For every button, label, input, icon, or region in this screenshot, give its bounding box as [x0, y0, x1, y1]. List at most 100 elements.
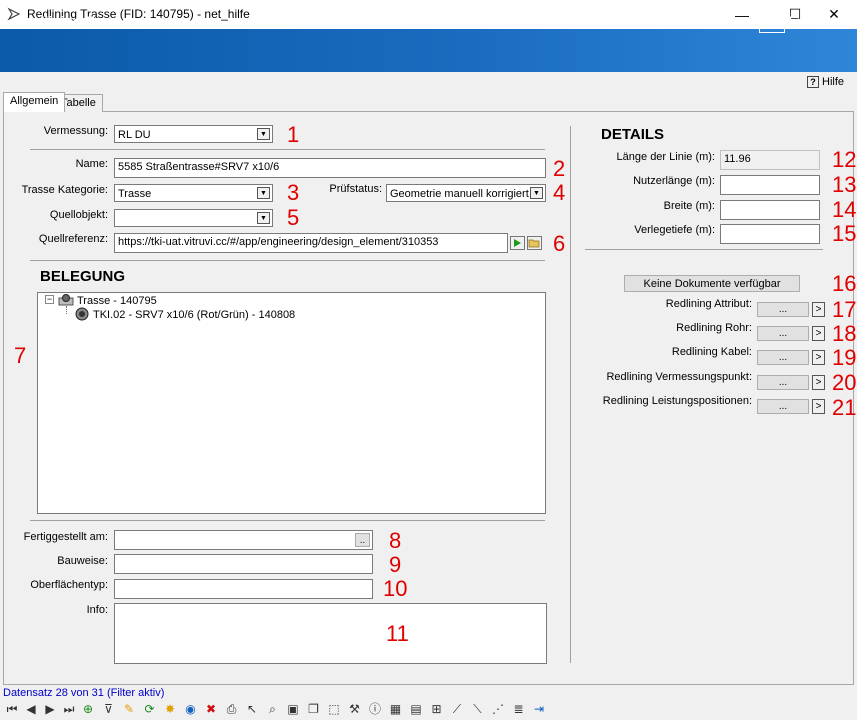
annotation-20: 20: [832, 370, 857, 395]
annotation-11: 11: [386, 621, 409, 646]
delete-icon[interactable]: ✖: [203, 701, 219, 717]
layer-icon[interactable]: ▣: [285, 701, 301, 717]
brand-text: Engineering: [789, 14, 854, 28]
open-folder-icon[interactable]: [527, 236, 542, 250]
globe-icon[interactable]: ◉: [183, 701, 199, 717]
tree-item[interactable]: TKI.02 - SRV7 x10/6 (Rot/Grün) - 140808: [93, 309, 295, 321]
vermessung-value: RL DU: [118, 129, 151, 141]
redlining-kabel-button[interactable]: ...: [757, 350, 809, 365]
date-picker-button[interactable]: ..: [355, 533, 370, 547]
verlegetiefe-input[interactable]: [720, 224, 820, 244]
oberflaechentyp-input[interactable]: [114, 579, 373, 599]
line-icon[interactable]: ⟋: [449, 701, 465, 717]
quellreferenz-input[interactable]: https://tki-uat.vitruvi.cc/#/app/enginee…: [114, 233, 508, 253]
first-record-icon[interactable]: ⏮: [4, 701, 20, 717]
annotation-17: 17: [832, 297, 857, 322]
exit-icon[interactable]: ⇥: [531, 701, 547, 717]
record-status: Datensatz 28 von 31 (Filter aktiv): [3, 687, 165, 699]
redlining-rohr-button[interactable]: ...: [757, 326, 809, 341]
tab-allgemein[interactable]: Allgemein: [3, 92, 66, 112]
verlegetiefe-label: Verlegetiefe (m):: [634, 224, 715, 236]
select-cursor-icon[interactable]: ↖: [244, 701, 260, 717]
info-textarea[interactable]: [114, 603, 547, 664]
play-icon[interactable]: [510, 236, 525, 250]
split-line-icon[interactable]: ⟍: [470, 701, 486, 717]
redlining-leistungspositionen-button[interactable]: ...: [757, 399, 809, 414]
redlining-attribut-button[interactable]: ...: [757, 302, 809, 317]
quellobjekt-label: Quellobjekt:: [49, 209, 108, 221]
pruefstatus-value: Geometrie manuell korrigiert: [390, 188, 529, 200]
fertiggestellt-input[interactable]: [114, 530, 373, 550]
redlining-vermessungspunkt-button[interactable]: ...: [757, 375, 809, 390]
table-icon[interactable]: ▦: [388, 701, 404, 717]
annotation-18: 18: [832, 321, 857, 346]
oberflaechentyp-label: Oberflächentyp:: [30, 579, 108, 591]
annotation-8: 8: [389, 528, 402, 553]
belegung-tree[interactable]: [37, 292, 546, 514]
redlining-leistungspositionen-label: Redlining Leistungspositionen:: [602, 395, 752, 407]
pruefstatus-select[interactable]: Geometrie manuell korrigiert ▼: [386, 184, 546, 202]
chevron-down-icon[interactable]: ▼: [257, 128, 270, 140]
frame-icon[interactable]: ⬚: [326, 701, 342, 717]
annotation-15: 15: [832, 221, 857, 246]
annotation-14: 14: [832, 197, 857, 222]
last-record-icon[interactable]: ⏭: [61, 701, 77, 717]
edit-pencil-icon[interactable]: ✎: [121, 701, 137, 717]
fertiggestellt-label: Fertiggestellt am:: [23, 531, 108, 543]
add-object-icon[interactable]: ⊞: [429, 701, 445, 717]
prev-record-icon[interactable]: ◀: [23, 701, 39, 717]
zoom-icon[interactable]: ⌕: [265, 701, 281, 717]
breite-input[interactable]: [720, 200, 820, 220]
snap-icon[interactable]: ⋰: [490, 701, 506, 717]
redlining-attribut-arrow[interactable]: >: [812, 302, 825, 317]
annotation-10: 10: [383, 576, 408, 601]
annotation-5: 5: [287, 205, 300, 230]
refresh-icon[interactable]: ⟳: [142, 701, 158, 717]
redlining-rohr-label: Redlining Rohr:: [676, 322, 752, 334]
annotation-13: 13: [832, 172, 857, 197]
print-icon[interactable]: ⎙: [224, 701, 240, 717]
chevron-down-icon[interactable]: ▼: [257, 187, 270, 199]
redlining-kabel-arrow[interactable]: >: [812, 350, 825, 365]
vermessung-label: Vermessung:: [43, 125, 108, 137]
redlining-rohr-arrow[interactable]: >: [812, 326, 825, 341]
trasse-kategorie-select[interactable]: Trasse ▼: [114, 184, 273, 202]
name-label: Name:: [75, 158, 108, 170]
copy-icon[interactable]: ❐: [306, 701, 322, 717]
pruefstatus-label: Prüfstatus:: [329, 183, 382, 195]
quellobjekt-select[interactable]: ▼: [114, 209, 273, 227]
dokumente-button[interactable]: Keine Dokumente verfügbar: [624, 275, 800, 292]
next-record-icon[interactable]: ▶: [42, 701, 58, 717]
collapse-icon[interactable]: −: [45, 295, 54, 304]
info-icon[interactable]: ⓘ: [367, 701, 383, 717]
chevron-down-icon[interactable]: ▼: [257, 212, 270, 224]
help-icon[interactable]: ?: [807, 76, 819, 88]
name-input[interactable]: 5585 Straßentrasse#SRV7 x10/6: [114, 158, 546, 178]
annotation-4: 4: [553, 180, 566, 205]
document-icon[interactable]: ▤: [408, 701, 424, 717]
kabel-node-icon: [75, 307, 89, 321]
redlining-vermessungspunkt-arrow[interactable]: >: [812, 375, 825, 390]
divider: [30, 149, 545, 150]
filter-icon[interactable]: ⊽: [101, 701, 117, 717]
annotation-1: 1: [287, 122, 300, 147]
redlining-leistungspositionen-arrow[interactable]: >: [812, 399, 825, 414]
vermessung-select[interactable]: RL DU ▼: [114, 125, 273, 143]
belegung-title: BELEGUNG: [40, 268, 126, 285]
report-icon[interactable]: ≣: [511, 701, 527, 717]
annotation-9: 9: [389, 552, 402, 577]
annotation-2: 2: [553, 156, 566, 181]
breite-label: Breite (m):: [663, 200, 715, 212]
highlight-star-icon[interactable]: ✸: [162, 701, 178, 717]
bauweise-input[interactable]: [114, 554, 373, 574]
divider: [30, 520, 545, 521]
add-filter-icon[interactable]: ⊕: [80, 701, 96, 717]
nutzerlaenge-label: Nutzerlänge (m):: [633, 175, 715, 187]
laenge-label: Länge der Linie (m):: [616, 151, 715, 163]
nutzerlaenge-input[interactable]: [720, 175, 820, 195]
help-link[interactable]: Hilfe: [822, 76, 844, 88]
tools-icon[interactable]: ⚒: [347, 701, 363, 717]
chevron-down-icon[interactable]: ▼: [530, 187, 543, 199]
trasse-node-icon: [58, 294, 74, 306]
tree-item[interactable]: Trasse - 140795: [77, 295, 157, 307]
